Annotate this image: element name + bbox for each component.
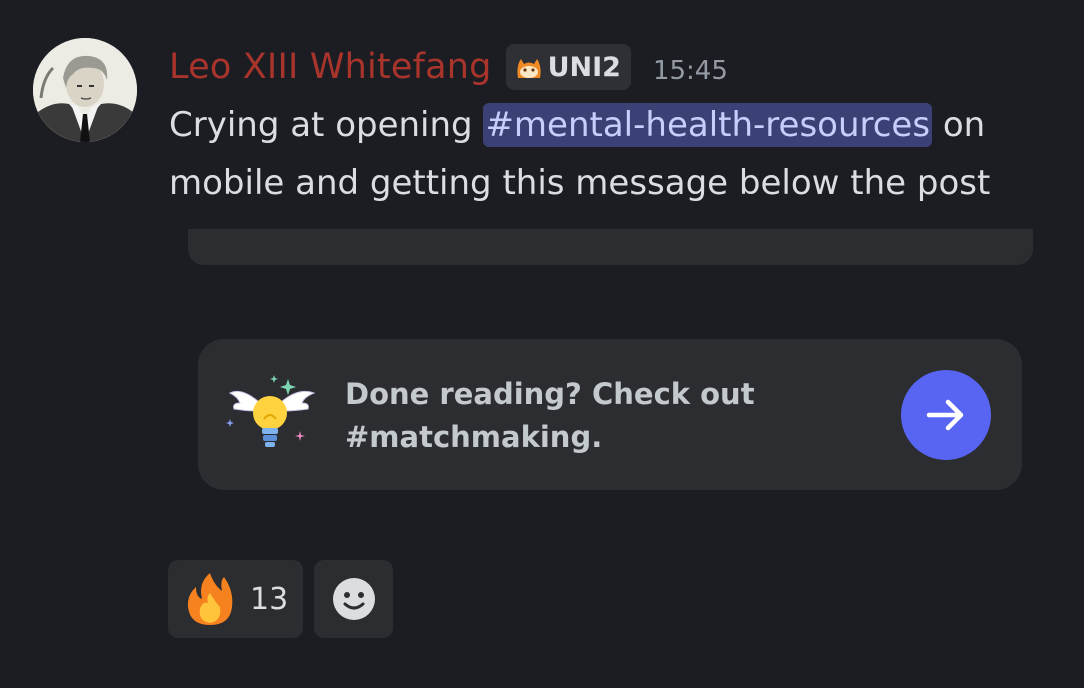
message-content: Crying at opening #mental-health-resourc…: [169, 96, 1069, 212]
channel-mention-link[interactable]: #mental-health-resources: [483, 103, 933, 147]
prompt-line-2: #matchmaking.: [345, 420, 603, 454]
prompt-text: Done reading? Check out #matchmaking.: [345, 373, 905, 459]
message-text-start: Crying at opening: [169, 105, 484, 145]
fire-icon: [187, 573, 233, 625]
embed-placeholder: [188, 229, 1033, 265]
server-tag-label: UNI2: [547, 51, 621, 83]
reaction-fire[interactable]: 13: [168, 560, 303, 638]
username[interactable]: Leo XIII Whitefang: [169, 47, 492, 87]
go-to-channel-button[interactable]: [901, 370, 991, 460]
reaction-count: 13: [250, 581, 289, 617]
user-avatar[interactable]: [33, 38, 137, 142]
fire-cat-icon: [517, 59, 541, 78]
add-reaction-icon: [332, 578, 375, 620]
prompt-line-1: Done reading? Check out: [345, 377, 755, 411]
channel-prompt-card[interactable]: Done reading? Check out #matchmaking.: [198, 339, 1022, 490]
message-header: Leo XIII Whitefang UNI2 15:45: [169, 42, 728, 92]
server-tag-badge[interactable]: UNI2: [505, 44, 631, 90]
winged-lightbulb-icon: [226, 375, 316, 447]
avatar-portrait-icon: [33, 38, 137, 142]
chat-message: Leo XIII Whitefang UNI2 15:45 Crying at …: [0, 0, 1084, 688]
arrow-right-icon: [926, 399, 964, 431]
reactions-bar: 13: [168, 560, 393, 638]
add-reaction-button[interactable]: [314, 560, 393, 638]
message-timestamp[interactable]: 15:45: [653, 48, 728, 86]
